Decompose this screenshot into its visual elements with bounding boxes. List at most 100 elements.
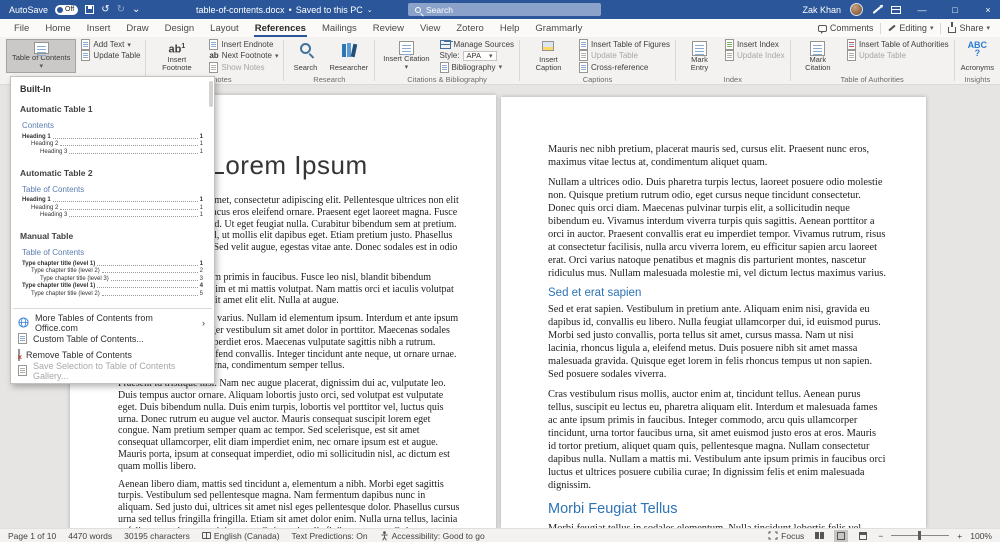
document-title[interactable]: table-of-contents.docx • Saved to this P…	[196, 5, 373, 15]
document-heading-1[interactable]: Morbi Feugiat Tellus	[548, 501, 886, 517]
add-text-button[interactable]: Add Text▾	[79, 39, 142, 50]
print-layout-button[interactable]	[834, 530, 848, 542]
manage-sources-icon	[440, 40, 451, 49]
dot-separator: •	[289, 5, 292, 15]
toc-preview-entry: Heading 31	[22, 147, 203, 155]
menu-item-custom-toc[interactable]: Custom Table of Contents...	[11, 331, 214, 347]
close-button[interactable]: ×	[976, 5, 1000, 15]
manage-sources-button[interactable]: Manage Sources	[438, 39, 516, 50]
tab-view[interactable]: View	[412, 19, 448, 37]
paragraph[interactable]: Aenean libero diam, mattis sed tincidunt…	[118, 479, 460, 528]
insert-index-button[interactable]: Insert Index	[723, 39, 787, 50]
save-icon[interactable]	[85, 5, 94, 14]
cross-reference-button[interactable]: Cross-reference	[577, 62, 672, 73]
gallery-item-automatic-table-1[interactable]: Contents Heading 11 Heading 21 Heading 3…	[17, 118, 208, 160]
tab-insert[interactable]: Insert	[79, 19, 119, 37]
bibliography-button[interactable]: Bibliography▾	[438, 62, 516, 73]
next-footnote-button[interactable]: abNext Footnote▾	[207, 50, 280, 61]
table-of-contents-dropdown: Built-In Automatic Table 1 Contents Head…	[10, 76, 215, 384]
share-icon	[948, 27, 956, 33]
character-count[interactable]: 30195 characters	[124, 531, 190, 541]
tab-mailings[interactable]: Mailings	[314, 19, 365, 37]
editing-mode-button[interactable]: Editing▾	[888, 23, 933, 33]
paragraph[interactable]: Mauris nec nibh pretium, placerat mauris…	[548, 143, 886, 169]
paragraph[interactable]: Sed et erat sapien. Vestibulum in pretiu…	[548, 303, 886, 381]
comments-button[interactable]: Comments	[818, 23, 874, 33]
tab-home[interactable]: Home	[37, 19, 78, 37]
read-mode-button[interactable]	[812, 530, 826, 542]
researcher-button[interactable]: Researcher	[326, 39, 371, 73]
tab-grammarly[interactable]: Grammarly	[527, 19, 590, 37]
mark-entry-button[interactable]: Mark Entry	[679, 39, 720, 73]
style-selector[interactable]: Style:APA▾	[438, 50, 516, 61]
insert-citation-button[interactable]: Insert Citation ▾	[378, 39, 434, 73]
focus-icon	[768, 531, 778, 540]
gallery-section-label: Manual Table	[11, 225, 214, 243]
search-button[interactable]: Search	[287, 39, 323, 73]
next-footnote-icon: ab	[209, 50, 218, 62]
style-combobox[interactable]: APA▾	[463, 51, 497, 61]
tab-file[interactable]: File	[6, 19, 37, 37]
search-icon	[415, 7, 421, 13]
focus-mode-button[interactable]: Focus	[768, 531, 804, 541]
insert-table-of-authorities-button[interactable]: Insert Table of Authorities	[845, 39, 951, 50]
menu-item-more-tables[interactable]: More Tables of Contents from Office.com …	[11, 315, 214, 331]
tab-review[interactable]: Review	[365, 19, 412, 37]
zoom-out-button[interactable]: −	[878, 531, 883, 541]
document-heading-2[interactable]: Sed et erat sapien	[548, 287, 886, 299]
tab-layout[interactable]: Layout	[202, 19, 247, 37]
update-table-button[interactable]: Update Table	[79, 50, 142, 61]
paragraph[interactable]: Nullam a ultrices odio. Duis pharetra tu…	[548, 176, 886, 280]
gallery-item-automatic-table-2[interactable]: Table of Contents Heading 11 Heading 21 …	[17, 182, 208, 224]
share-button[interactable]: Share▾	[948, 23, 990, 33]
mark-citation-button[interactable]: Mark Citation	[794, 39, 842, 73]
menu-item-save-selection: Save Selection to Table of Contents Gall…	[11, 363, 214, 379]
search-input[interactable]: Search	[408, 3, 601, 16]
autosave-toggle-knob	[57, 7, 63, 13]
insert-table-of-figures-button[interactable]: Insert Table of Figures	[577, 39, 672, 50]
chevron-down-icon: ▾	[127, 41, 131, 49]
ink-pen-icon[interactable]	[873, 6, 882, 14]
endnote-icon	[209, 39, 218, 50]
gallery-section-label: Automatic Table 2	[11, 162, 214, 180]
pencil-icon	[889, 25, 896, 32]
tab-help[interactable]: Help	[492, 19, 528, 37]
word-count[interactable]: 4470 words	[68, 531, 112, 541]
autosave-toggle[interactable]: Off	[55, 5, 78, 15]
maximize-button[interactable]: □	[943, 5, 967, 15]
zoom-in-button[interactable]: +	[957, 531, 962, 541]
insert-endnote-button[interactable]: Insert Endnote	[207, 39, 280, 50]
minimize-button[interactable]: —	[910, 5, 934, 15]
accessibility-status[interactable]: Accessibility: Good to go	[380, 531, 485, 541]
update-index-icon	[725, 50, 734, 61]
paragraph[interactable]: Cras vestibulum risus mollis, auctor eni…	[548, 388, 886, 492]
insert-caption-button[interactable]: Insert Caption	[523, 39, 574, 73]
web-layout-button[interactable]	[856, 530, 870, 542]
toc-preview-entry: Heading 21	[22, 203, 203, 211]
tab-references[interactable]: References	[247, 19, 314, 37]
paragraph[interactable]: Praesent id tristique nisl. Nam nec augu…	[118, 378, 460, 472]
zoom-slider-thumb[interactable]	[918, 531, 921, 540]
language-selector[interactable]: English (Canada)	[202, 531, 280, 541]
acronyms-button[interactable]: ABC? Acronyms	[958, 39, 997, 73]
text-predictions[interactable]: Text Predictions: On	[292, 531, 368, 541]
tab-zotero[interactable]: Zotero	[448, 19, 491, 37]
undo-button[interactable]: ↺	[101, 5, 109, 15]
user-name[interactable]: Zak Khan	[802, 5, 841, 15]
dropdown-scrollbar[interactable]	[209, 81, 213, 107]
ribbon-display-options-icon[interactable]	[891, 6, 901, 14]
tab-design[interactable]: Design	[157, 19, 203, 37]
document-page-2[interactable]: Mauris nec nibh pretium, placerat mauris…	[501, 97, 926, 528]
customize-qat-icon[interactable]: ⌄	[132, 5, 140, 15]
gallery-item-manual-table[interactable]: Table of Contents Type chapter title (le…	[17, 245, 208, 302]
table-of-contents-button[interactable]: Table of Contents ▾	[6, 39, 76, 73]
insert-footnote-button[interactable]: ab1 Insert Footnote	[149, 39, 204, 73]
avatar[interactable]	[850, 3, 863, 16]
zoom-slider[interactable]	[891, 535, 949, 536]
tab-draw[interactable]: Draw	[118, 19, 156, 37]
update-table-button-captions: Update Table	[577, 50, 672, 61]
web-layout-icon	[859, 532, 867, 540]
page-indicator[interactable]: Page 1 of 10	[8, 531, 56, 541]
toc-preview-entry: Heading 11	[22, 196, 203, 204]
zoom-level[interactable]: 100%	[970, 531, 992, 541]
